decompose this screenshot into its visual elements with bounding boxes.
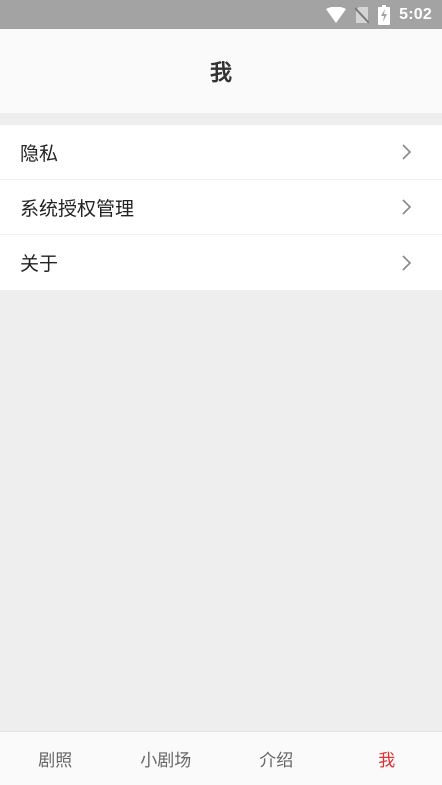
status-bar: 5:02 xyxy=(0,0,442,29)
title-bar: 我 xyxy=(0,29,442,113)
tab-bar: 剧照 小剧场 介绍 我 xyxy=(0,731,442,785)
list-item-label: 关于 xyxy=(20,253,59,275)
tab-intro[interactable]: 介绍 xyxy=(221,732,332,785)
tab-theater[interactable]: 小剧场 xyxy=(111,732,222,785)
list-item-about[interactable]: 关于 xyxy=(0,235,442,290)
chevron-right-icon xyxy=(402,144,412,160)
status-time: 5:02 xyxy=(399,5,432,23)
chevron-right-icon xyxy=(402,254,412,271)
battery-charging-icon xyxy=(378,4,391,25)
no-sim-icon xyxy=(355,6,370,24)
chevron-right-icon xyxy=(402,199,412,215)
wifi-icon xyxy=(326,6,347,23)
tab-stills[interactable]: 剧照 xyxy=(0,732,111,785)
list-item-label: 隐私 xyxy=(20,142,59,165)
tab-me[interactable]: 我 xyxy=(332,732,442,785)
list-item-label: 系统授权管理 xyxy=(20,197,135,220)
settings-list: 隐私 系统授权管理 关于 xyxy=(0,125,442,290)
list-item-permissions[interactable]: 系统授权管理 xyxy=(0,180,442,235)
page-title: 我 xyxy=(209,61,232,86)
status-icons: 5:02 xyxy=(326,4,432,25)
list-item-privacy[interactable]: 隐私 xyxy=(0,125,442,180)
